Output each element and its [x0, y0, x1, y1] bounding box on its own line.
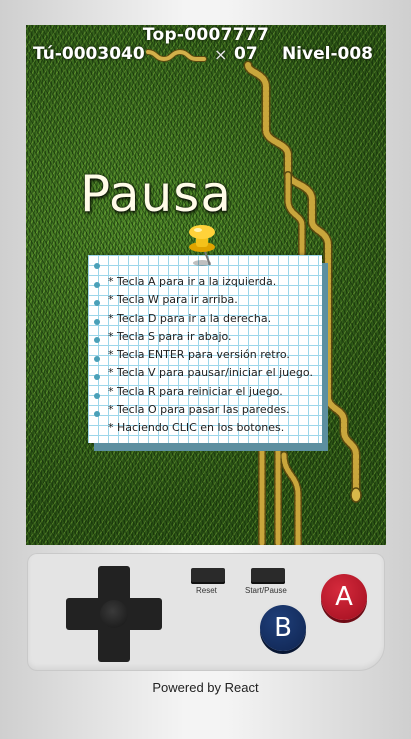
start-pause-label: Start/Pause: [245, 586, 287, 595]
b-button[interactable]: B: [260, 605, 306, 651]
instruction-item: * Tecla A para ir a la izquierda.: [108, 275, 277, 288]
your-score: Tú-0003040: [33, 44, 145, 64]
instruction-item: * Tecla W para ir arriba.: [108, 293, 238, 307]
powered-by-footer: Powered by React: [152, 680, 259, 695]
note-binding-holes: [94, 263, 100, 430]
lives-count: 07: [234, 44, 258, 64]
controller-panel: Reset Start/Pause A B: [27, 553, 385, 671]
instruction-item: * Tecla O para pasar las paredes.: [108, 403, 290, 417]
start-pause-button[interactable]: [251, 568, 285, 584]
level-indicator: Nivel-008: [281, 44, 373, 64]
instruction-item: * Tecla D para ir a la derecha.: [108, 311, 272, 325]
instructions-list: * Tecla A para ir a la izquierda. * Tecl…: [108, 273, 313, 438]
multiplier-sign: ×: [214, 45, 228, 64]
instruction-item: * Haciendo CLIC en los botones.: [108, 421, 285, 435]
pause-title: Pausa: [80, 165, 232, 223]
instruction-item: * Tecla R para reiniciar el juego.: [108, 384, 283, 398]
instructions-note: * Tecla A para ir a la izquierda. * Tecl…: [88, 255, 322, 443]
a-button[interactable]: A: [321, 574, 367, 620]
reset-button[interactable]: [191, 568, 225, 584]
instruction-item: * Tecla ENTER para versión retro.: [108, 348, 290, 362]
reset-label: Reset: [196, 586, 217, 595]
snake-icon: [146, 48, 207, 63]
dpad-icon[interactable]: [66, 566, 162, 662]
dpad-center: [100, 600, 128, 628]
instruction-item: * Tecla S para ir abajo.: [108, 329, 232, 343]
instruction-item: * Tecla V para pausar/iniciar el juego.: [108, 366, 313, 380]
pushpin-icon: [189, 225, 215, 266]
game-screen[interactable]: Top-0007777 Tú-0003040 × 07 Nivel-008 Pa…: [26, 25, 386, 545]
top-score: Top-0007777: [142, 25, 270, 45]
snake-head: [350, 487, 362, 503]
